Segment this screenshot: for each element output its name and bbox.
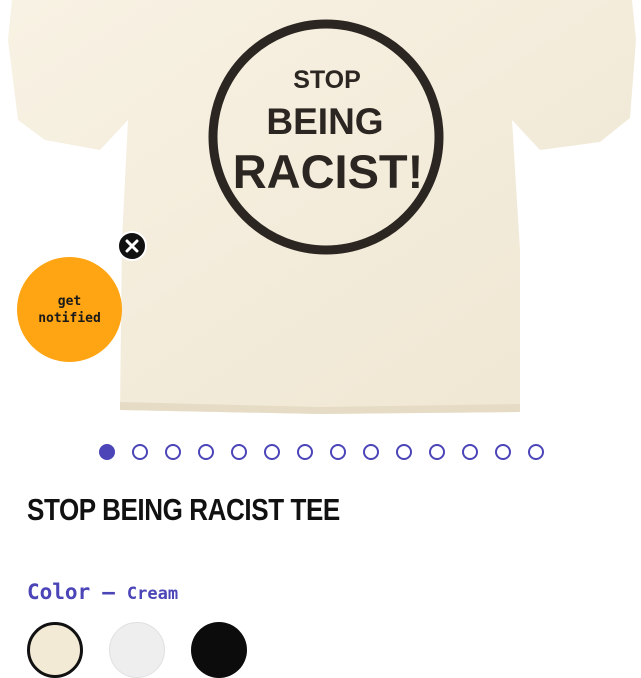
swatch-white[interactable]: [109, 622, 165, 678]
tshirt-body: [8, 0, 636, 414]
carousel-dot[interactable]: [495, 444, 511, 460]
color-swatches: [27, 622, 247, 678]
carousel-dot[interactable]: [363, 444, 379, 460]
close-icon: [125, 239, 139, 253]
close-popup-button[interactable]: [117, 231, 147, 261]
print-line-2: BEING: [266, 101, 383, 142]
product-image: STOP BEING RACIST!: [0, 0, 641, 425]
carousel-dot[interactable]: [330, 444, 346, 460]
carousel-dot[interactable]: [198, 444, 214, 460]
carousel-dot[interactable]: [132, 444, 148, 460]
carousel-dot[interactable]: [99, 444, 115, 460]
print-line-1: STOP: [293, 66, 361, 94]
selected-color-value: Cream: [126, 584, 179, 604]
carousel-dot[interactable]: [429, 444, 445, 460]
carousel-dot[interactable]: [528, 444, 544, 460]
product-title: STOP BEING RACIST TEE: [27, 492, 340, 527]
color-separator: —: [102, 580, 115, 604]
carousel-dot[interactable]: [264, 444, 280, 460]
carousel-dot[interactable]: [165, 444, 181, 460]
carousel-dots: [99, 444, 544, 460]
carousel-dot[interactable]: [396, 444, 412, 460]
get-notified-button[interactable]: get notified: [17, 257, 122, 362]
tshirt-image: STOP BEING RACIST!: [8, 0, 636, 414]
color-selector-label: Color — Cream: [27, 580, 178, 604]
print-line-3: RACIST!: [233, 145, 424, 198]
carousel-dot[interactable]: [231, 444, 247, 460]
swatch-black[interactable]: [191, 622, 247, 678]
swatch-cream[interactable]: [27, 622, 83, 678]
get-notified-label: get notified: [38, 293, 101, 326]
color-label: Color: [27, 580, 91, 604]
carousel-dot[interactable]: [462, 444, 478, 460]
carousel-dot[interactable]: [297, 444, 313, 460]
